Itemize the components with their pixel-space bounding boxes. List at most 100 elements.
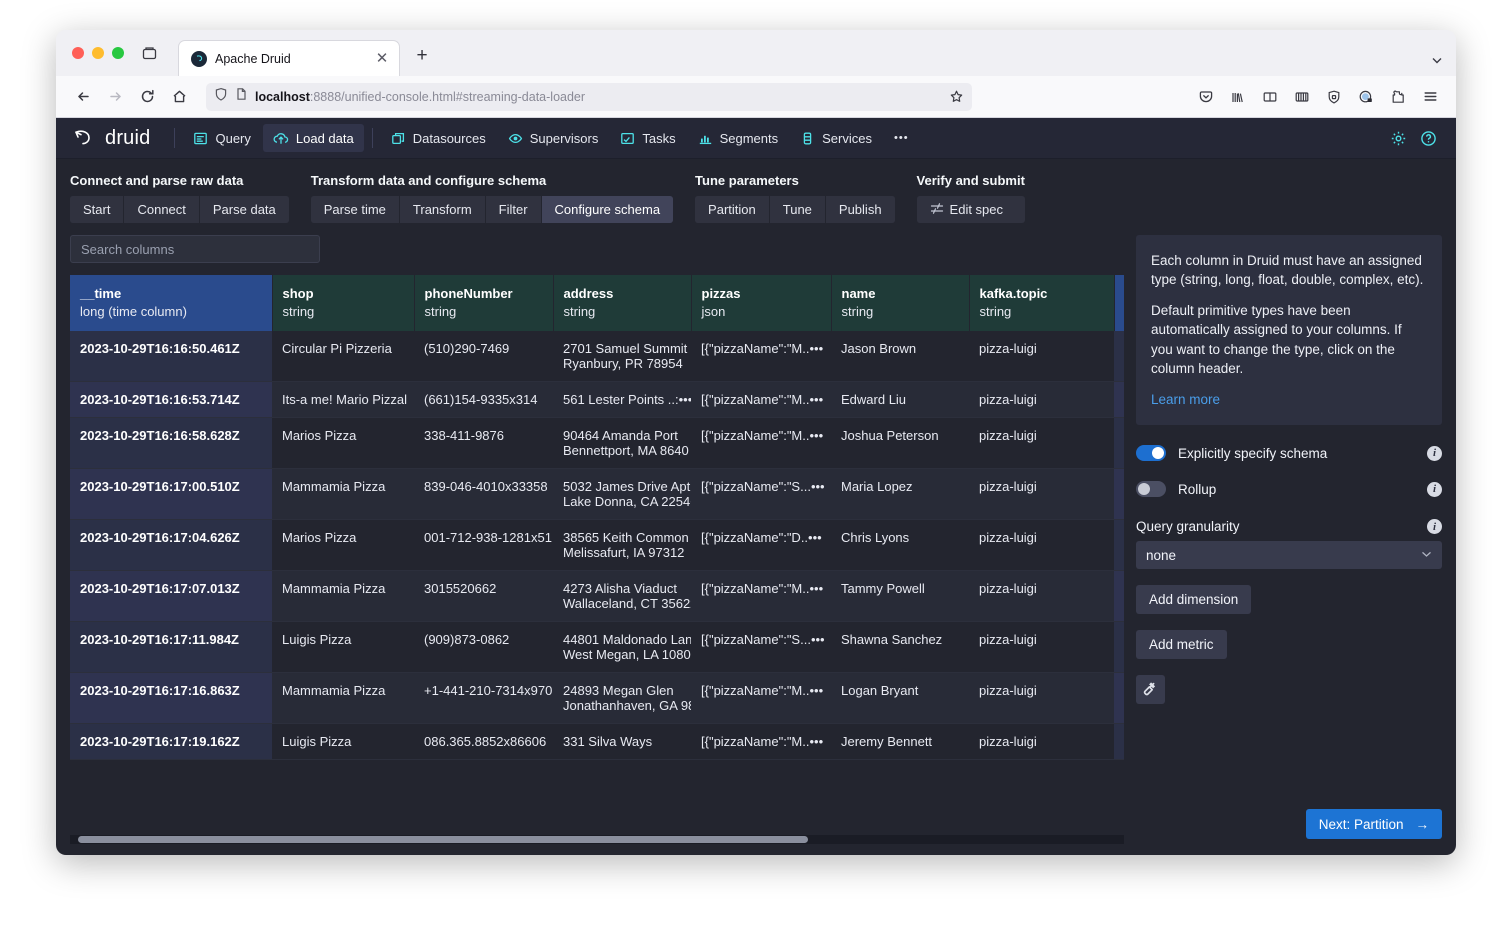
query-granularity-value: none [1146, 548, 1176, 563]
rollup-toggle[interactable] [1136, 481, 1166, 497]
table-row[interactable]: 2023-10-29T16:16:58.628Z Marios Pizza 33… [70, 418, 1124, 469]
step-group-title-verify: Verify and submit [917, 173, 1025, 188]
add-metric-button[interactable]: Add metric [1136, 630, 1227, 659]
hammer-icon[interactable] [1136, 675, 1165, 704]
close-window-button[interactable] [72, 47, 84, 59]
next-partition-button[interactable]: Next: Partition → [1306, 809, 1442, 839]
nav-item-query[interactable]: Query [183, 124, 260, 152]
cell-name: Jason Brown [831, 331, 969, 382]
column-type-address: string [564, 304, 681, 319]
add-dimension-button[interactable]: Add dimension [1136, 585, 1251, 614]
nav-item-services[interactable]: Services [790, 124, 882, 152]
nav-item-segments[interactable]: Segments [688, 124, 789, 152]
table-row[interactable]: 2023-10-29T16:16:53.714Z Its-a me! Mario… [70, 382, 1124, 418]
account-lock-icon[interactable] [1352, 83, 1380, 111]
cell-id: 0 [1114, 331, 1124, 382]
step-transform[interactable]: Transform [400, 196, 486, 223]
step-parse-time[interactable]: Parse time [311, 196, 400, 223]
column-header-phonenumber[interactable]: phoneNumber string [414, 275, 553, 331]
column-header-id[interactable]: id long [1114, 275, 1124, 331]
help-icon[interactable] [1414, 124, 1442, 152]
step-parse-data[interactable]: Parse data [200, 196, 289, 223]
info-icon[interactable]: i [1427, 519, 1442, 534]
step-partition[interactable]: Partition [695, 196, 770, 223]
table-row[interactable]: 2023-10-29T16:17:16.863Z Mammamia Pizza … [70, 673, 1124, 724]
column-header-pizzas[interactable]: pizzas json [691, 275, 831, 331]
info-icon[interactable]: i [1427, 482, 1442, 497]
cell-address-line1: 44801 Maldonado Lan [563, 632, 691, 647]
nav-item-datasources[interactable]: Datasources [381, 124, 496, 152]
druid-logo[interactable]: druid [70, 127, 160, 150]
maximize-window-button[interactable] [112, 47, 124, 59]
cell-address-line1: 2701 Samuel Summit [563, 341, 687, 356]
cell-phonenumber: +1-441-210-7314x970 [414, 673, 553, 724]
containers-icon[interactable] [1288, 83, 1316, 111]
step-tune[interactable]: Tune [770, 196, 826, 223]
info-paragraph-1: Each column in Druid must have an assign… [1151, 251, 1427, 289]
address-bar[interactable]: localhost:8888/unified-console.html#stre… [206, 83, 972, 111]
table-row[interactable]: 2023-10-29T16:16:50.461Z Circular Pi Piz… [70, 331, 1124, 382]
table-row[interactable]: 2023-10-29T16:17:04.626Z Marios Pizza 00… [70, 520, 1124, 571]
new-tab-button[interactable]: + [408, 42, 436, 70]
column-header-kafka-topic[interactable]: kafka.topic string [969, 275, 1114, 331]
search-columns-input[interactable]: Search columns [70, 235, 320, 263]
column-header-address[interactable]: address string [553, 275, 691, 331]
firefox-view-icon[interactable] [134, 38, 164, 68]
learn-more-link[interactable]: Learn more [1151, 390, 1427, 409]
minimize-window-button[interactable] [92, 47, 104, 59]
cell-phonenumber: 3015520662 [414, 571, 553, 622]
library-icon[interactable] [1224, 83, 1252, 111]
cell-id: 3 [1114, 469, 1124, 520]
druid-navbar: druid Query Load data Datasou [56, 118, 1456, 159]
explicitly-specify-schema-toggle[interactable] [1136, 445, 1166, 461]
schema-sidebar: Each column in Druid must have an assign… [1136, 235, 1442, 844]
cell-phonenumber: 086.365.8852x86606 [414, 724, 553, 760]
step-start[interactable]: Start [70, 196, 124, 223]
schema-table-scroll[interactable]: __time long (time column) shop string ph… [70, 275, 1124, 844]
url-host: localhost [255, 90, 310, 104]
query-granularity-select[interactable]: none [1136, 541, 1442, 569]
cell-address: 2701 Samuel Summit Ryanbury, PR 78954 [553, 331, 691, 382]
step-publish[interactable]: Publish [826, 196, 895, 223]
nav-label-datasources: Datasources [413, 131, 486, 146]
sidebar-icon[interactable] [1256, 83, 1284, 111]
schema-info-card: Each column in Druid must have an assign… [1136, 235, 1442, 425]
list-all-tabs-icon[interactable] [1430, 53, 1444, 70]
table-row[interactable]: 2023-10-29T16:17:00.510Z Mammamia Pizza … [70, 469, 1124, 520]
cell-kafka-topic: pizza-luigi [969, 724, 1114, 760]
wizard-steps: Connect and parse raw data Start Connect… [56, 159, 1456, 223]
step-edit-spec[interactable]: Edit spec [917, 196, 1016, 223]
extension-icon[interactable] [1384, 83, 1412, 111]
cell-name: Tammy Powell [831, 571, 969, 622]
site-permissions-shield-icon[interactable] [214, 87, 228, 106]
column-header-name[interactable]: name string [831, 275, 969, 331]
shield-icon[interactable] [1320, 83, 1348, 111]
column-header-time[interactable]: __time long (time column) [70, 275, 272, 331]
cell-pizzas: [{"pizzaName":"S...••• [691, 469, 831, 520]
nav-item-more[interactable]: ••• [884, 124, 919, 152]
nav-item-load-data[interactable]: Load data [263, 124, 364, 152]
back-button[interactable] [68, 82, 98, 112]
nav-item-tasks[interactable]: Tasks [610, 124, 685, 152]
page-info-icon[interactable] [235, 87, 248, 106]
step-filter[interactable]: Filter [486, 196, 542, 223]
browser-tab[interactable]: Apache Druid ✕ [178, 40, 400, 76]
step-connect[interactable]: Connect [124, 196, 199, 223]
table-row[interactable]: 2023-10-29T16:17:19.162Z Luigis Pizza 08… [70, 724, 1124, 760]
table-row[interactable]: 2023-10-29T16:17:07.013Z Mammamia Pizza … [70, 571, 1124, 622]
step-configure-schema[interactable]: Configure schema [542, 196, 674, 223]
pocket-icon[interactable] [1192, 83, 1220, 111]
menu-icon[interactable] [1416, 83, 1444, 111]
gear-icon[interactable] [1384, 124, 1412, 152]
reload-button[interactable] [132, 82, 162, 112]
bookmark-star-icon[interactable] [949, 89, 964, 104]
info-icon[interactable]: i [1427, 446, 1442, 461]
column-header-shop[interactable]: shop string [272, 275, 414, 331]
cell-address-line1: 4273 Alisha Viaduct [563, 581, 677, 596]
forward-button[interactable] [100, 82, 130, 112]
table-row[interactable]: 2023-10-29T16:17:11.984Z Luigis Pizza (9… [70, 622, 1124, 673]
close-tab-icon[interactable]: ✕ [373, 50, 391, 68]
tabstrip-right-controls [1430, 53, 1444, 70]
home-button[interactable] [164, 82, 194, 112]
nav-item-supervisors[interactable]: Supervisors [498, 124, 609, 152]
